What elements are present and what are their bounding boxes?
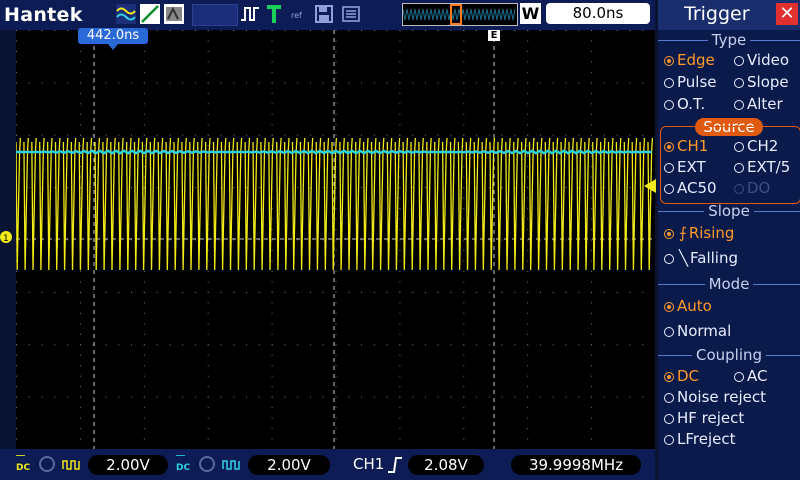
ch2-dc-coupling-icon[interactable]: ‾‾ DC [176,456,192,473]
save-icon[interactable] [314,4,334,24]
persistence-icon[interactable] [164,4,184,24]
coupling-option-ac[interactable]: AC [734,367,767,385]
slope-group: Slope ⨍ Rising ╲ Falling [658,202,800,274]
mode-option-auto[interactable]: Auto [664,297,712,315]
trigger-position-marker[interactable]: E [488,30,500,41]
trigger-panel: Trigger ✕ Type Edge Video Pulse Slope O.… [658,0,800,480]
coupling-option-lf-reject[interactable]: LFreject [664,430,735,448]
ch1-bw-limit-icon[interactable] [38,455,56,473]
mode-header: Mode [658,275,800,293]
mode-group: Mode Auto Normal [658,275,800,345]
waveform-display-icon[interactable] [116,4,136,24]
coupling-option-dc[interactable]: DC [664,367,699,385]
rising-edge-icon: ⨍ [679,224,687,242]
top-toolbar: Hantek ref W 80.0ns [0,0,655,30]
slope-option-falling[interactable]: ╲ Falling [664,249,738,267]
delay-marker-icon [108,44,118,50]
toolbar-blank-slot [192,4,238,26]
trigger-status-icon [267,5,281,23]
ch2-bw-limit-icon[interactable] [198,455,216,473]
svg-text:1: 1 [3,234,9,244]
type-header: Type [658,31,800,49]
ch1-trace [16,137,654,271]
type-option-pulse[interactable]: Pulse [664,73,717,91]
ch1-probe-icon[interactable] [62,457,82,471]
ch1-dc-coupling-icon[interactable]: ‾‾ DC [16,456,32,473]
waveform-area[interactable] [16,30,655,449]
panel-title: Trigger [684,3,750,25]
falling-edge-icon: ╲ [679,249,689,267]
window-button[interactable]: W [520,3,541,24]
mode-option-normal[interactable]: Normal [664,322,731,340]
type-group: Type Edge Video Pulse Slope O.T. Alter [658,31,800,123]
coupling-header: Coupling [658,346,800,364]
slope-option-rising[interactable]: ⨍ Rising [664,224,734,242]
coupling-group: Coupling DC AC Noise reject HF reject LF… [658,346,800,456]
memory-position-bar[interactable] [402,3,518,26]
type-option-video[interactable]: Video [734,51,789,69]
timebase-readout[interactable]: 80.0ns [546,3,650,24]
slope-header: Slope [658,202,800,220]
print-icon[interactable] [341,4,361,24]
type-option-ot[interactable]: O.T. [664,95,705,113]
source-group-frame [660,126,800,204]
panel-title-bar: Trigger ✕ [658,0,800,30]
ref-icon[interactable]: ref [290,4,310,24]
ch2-volts-per-div[interactable]: 2.00V [248,455,330,475]
vectors-icon[interactable] [140,4,160,24]
delay-readout[interactable]: 442.0ns [78,28,148,44]
type-option-alter[interactable]: Alter [734,95,783,113]
bottom-status-bar: ‾‾ DC 2.00V ‾‾ DC 2.00V CH1 2.08V 39.9998M… [0,449,655,480]
type-option-edge[interactable]: Edge [664,51,715,69]
ch1-ground-marker-icon[interactable]: 1 [0,230,14,244]
type-option-slope[interactable]: Slope [734,73,789,91]
brand-logo: Hantek [4,4,83,26]
trigger-level-marker-icon[interactable] [644,179,656,193]
rising-edge-icon [388,457,402,473]
svg-text:ref: ref [291,11,302,20]
trigger-source-label: CH1 [353,455,385,473]
trigger-level-readout[interactable]: 2.08V [408,455,484,475]
close-icon[interactable]: ✕ [776,3,798,25]
ch2-probe-icon[interactable] [222,457,242,471]
ch1-volts-per-div[interactable]: 2.00V [88,455,168,475]
pulse-trigger-icon[interactable] [240,4,260,24]
frequency-readout: 39.9998MHz [511,455,641,475]
coupling-option-hf-reject[interactable]: HF reject [664,409,744,427]
coupling-option-noise-reject[interactable]: Noise reject [664,388,766,406]
